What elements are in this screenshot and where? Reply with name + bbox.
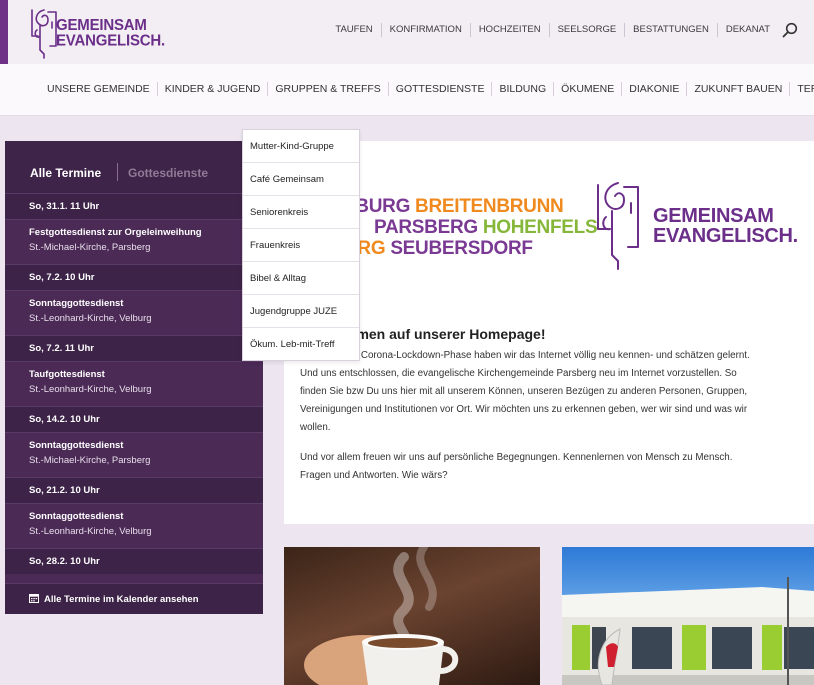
welcome-line: finden Sie bzw Du uns hier mit all unser… bbox=[300, 386, 748, 397]
event-date: So, 7.2. 10 Uhr bbox=[5, 264, 263, 290]
event-title: Sonntaggottesdienst bbox=[29, 298, 124, 309]
welcome-line: wollen. bbox=[300, 422, 331, 433]
dropdown-item-jugendgruppe-juze[interactable]: Jugendgruppe JUZE bbox=[243, 295, 359, 328]
nav-kinder-jugend[interactable]: KINDER & JUGEND bbox=[158, 82, 269, 96]
town-seubersdorf: SEUBERSDORF bbox=[390, 238, 533, 259]
tab-all-events[interactable]: Alle Termine bbox=[30, 166, 101, 180]
event-place: St.-Michael-Kirche, Parsberg bbox=[29, 242, 151, 253]
events-tabs: Alle Termine Gottesdienste bbox=[5, 141, 263, 193]
event-title: Sonntaggottesdienst bbox=[29, 511, 124, 522]
town-parsberg: PARSBERG bbox=[374, 217, 478, 238]
nav-gottesdienste[interactable]: GOTTESDIENSTE bbox=[389, 82, 493, 96]
event-date: So, 14.2. 10 Uhr bbox=[5, 406, 263, 432]
calendar-link[interactable]: Alle Termine im Kalender ansehen bbox=[5, 583, 263, 614]
event-place: St.-Leonhard-Kirche, Velburg bbox=[29, 384, 152, 395]
tab-services[interactable]: Gottesdienste bbox=[128, 166, 208, 180]
topnav-hochzeiten[interactable]: HOCHZEITEN bbox=[471, 23, 550, 37]
welcome-line: Und vor allem freuen wir uns auf persönl… bbox=[300, 452, 733, 463]
card-brand-line-1: GEMEINSAM bbox=[653, 205, 774, 227]
event-title: Festgottesdienst zur Orgeleinweihung bbox=[29, 227, 202, 238]
event-date: So, 31.1. 11 Uhr bbox=[5, 193, 263, 219]
welcome-line: Vereinigungen und Institutionen vor Ort.… bbox=[300, 404, 748, 415]
dropdown-item-seniorenkreis[interactable]: Seniorenkreis bbox=[243, 196, 359, 229]
main-navigation: UNSERE GEMEINDE KINDER & JUGEND GRUPPEN … bbox=[0, 64, 814, 116]
nav-zukunft-bauen[interactable]: ZUKUNFT BAUEN bbox=[687, 82, 791, 96]
search-icon[interactable] bbox=[782, 22, 798, 38]
event-item[interactable]: Taufgottesdienst St.-Leonhard-Kirche, Ve… bbox=[5, 361, 263, 406]
town-breitenbrunn: BREITENBRUNN bbox=[415, 196, 564, 217]
topnav-taufen[interactable]: TAUFEN bbox=[327, 23, 382, 37]
event-item[interactable]: Sonntaggottesdienst St.-Leonhard-Kirche,… bbox=[5, 503, 263, 548]
dropdown-item-cafe-gemeinsam[interactable]: Café Gemeinsam bbox=[243, 163, 359, 196]
dropdown-item-bibel-alltag[interactable]: Bibel & Alltag bbox=[243, 262, 359, 295]
dropdown-item-oekum-leb-mit-treff[interactable]: Ökum. Leb-mit-Treff bbox=[243, 328, 359, 361]
event-title: Taufgottesdienst bbox=[29, 369, 105, 380]
event-date: So, 7.2. 11 Uhr bbox=[5, 335, 263, 361]
welcome-line: Und uns entschlossen, die evangelische K… bbox=[300, 368, 737, 379]
nav-termine[interactable]: TERMINE bbox=[790, 82, 814, 96]
tab-divider bbox=[117, 163, 118, 181]
event-title: Sonntaggottesdienst bbox=[29, 440, 124, 451]
event-place: St.-Michael-Kirche, Parsberg bbox=[29, 455, 151, 466]
event-place: St.-Leonhard-Kirche, Velburg bbox=[29, 313, 152, 324]
brand-line-1: GEMEINSAM bbox=[56, 16, 147, 35]
brand-wordmark[interactable]: GEMEINSAM EVANGELISCH. bbox=[56, 17, 165, 49]
card-brand-wordmark: GEMEINSAM EVANGELISCH. bbox=[653, 206, 798, 246]
nav-oekumene[interactable]: ÖKUMENE bbox=[554, 82, 623, 96]
town-hohenfels: HOHENFELS bbox=[482, 217, 598, 238]
coffee-cup-photo[interactable] bbox=[284, 547, 540, 685]
town-names-graphic: LBURG BREITENBRUNN PARSBERG HOHENFELS UR… bbox=[344, 196, 598, 259]
event-item[interactable]: Sonntaggottesdienst St.-Michael-Kirche, … bbox=[5, 432, 263, 477]
dropdown-item-mutter-kind-gruppe[interactable]: Mutter-Kind-Gruppe bbox=[243, 130, 359, 163]
topnav-bestattungen[interactable]: BESTATTUNGEN bbox=[625, 23, 718, 37]
dropdown-item-frauenkreis[interactable]: Frauenkreis bbox=[243, 229, 359, 262]
topnav-konfirmation[interactable]: KONFIRMATION bbox=[382, 23, 471, 37]
welcome-line: Fragen und Antworten. Wie wärs? bbox=[300, 470, 448, 481]
welcome-line: der Corona-Lockdown-Phase haben wir das … bbox=[344, 350, 750, 361]
event-item[interactable]: Sonntaggottesdienst St.-Leonhard-Kirche,… bbox=[5, 290, 263, 335]
event-date: So, 21.2. 10 Uhr bbox=[5, 477, 263, 503]
welcome-card: LBURG BREITENBRUNN PARSBERG HOHENFELS UR… bbox=[284, 141, 814, 524]
topnav-seelsorge[interactable]: SEELSORGE bbox=[550, 23, 626, 37]
gruppen-treffs-dropdown: Mutter-Kind-Gruppe Café Gemeinsam Senior… bbox=[242, 129, 360, 361]
events-list: So, 31.1. 11 Uhr Festgottesdienst zur Or… bbox=[5, 193, 263, 574]
calendar-icon bbox=[29, 594, 39, 603]
building-illustration bbox=[562, 577, 814, 685]
nav-diakonie[interactable]: DIAKONIE bbox=[622, 82, 688, 96]
welcome-heading: mmen auf unserer Homepage! bbox=[344, 326, 546, 342]
event-place: St.-Leonhard-Kirche, Velburg bbox=[29, 526, 152, 537]
top-bar: GEMEINSAM EVANGELISCH. TAUFEN KONFIRMATI… bbox=[0, 0, 814, 64]
coffee-cup-illustration bbox=[304, 547, 459, 685]
nav-unsere-gemeinde[interactable]: UNSERE GEMEINDE bbox=[40, 82, 158, 96]
calendar-link-label: Alle Termine im Kalender ansehen bbox=[44, 594, 199, 605]
brand-stripe bbox=[0, 0, 8, 64]
nav-bildung[interactable]: BILDUNG bbox=[492, 82, 555, 96]
card-brand-line-2: EVANGELISCH. bbox=[653, 225, 798, 247]
topnav-dekanat[interactable]: DEKANAT bbox=[718, 23, 778, 37]
events-sidebar: Alle Termine Gottesdienste So, 31.1. 11 … bbox=[5, 141, 263, 614]
nav-gruppen-treffs[interactable]: GRUPPEN & TREFFS bbox=[268, 82, 389, 96]
brand-line-2: EVANGELISCH. bbox=[56, 31, 166, 50]
event-date: So, 28.2. 10 Uhr bbox=[5, 548, 263, 574]
top-navigation: TAUFEN KONFIRMATION HOCHZEITEN SEELSORGE… bbox=[327, 22, 798, 38]
event-item[interactable]: Festgottesdienst zur Orgeleinweihung St.… bbox=[5, 219, 263, 264]
kindergarten-building-photo[interactable] bbox=[562, 547, 814, 685]
